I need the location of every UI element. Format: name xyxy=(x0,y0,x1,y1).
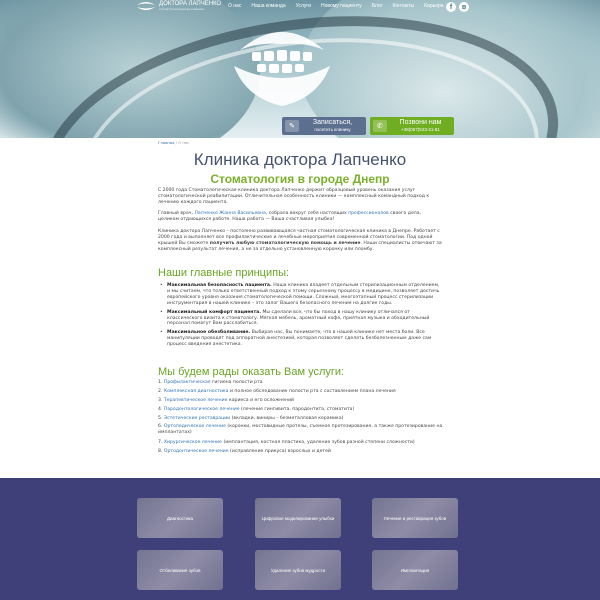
list-item: 5. Эстетические реставрации (вкладки, ви… xyxy=(158,414,458,423)
pencil-icon: ✎ xyxy=(285,120,299,132)
service-link[interactable]: Эстетические реставрации xyxy=(164,416,230,421)
nav-item-career[interactable]: Карьера xyxy=(424,3,443,9)
service-tile-label: Лечение и реставрация зубов xyxy=(383,515,447,521)
breadcrumb-separator: / xyxy=(175,140,177,145)
phone-icon: ✆ xyxy=(373,120,387,132)
service-number: 5. xyxy=(158,416,163,421)
service-link[interactable]: Хирургическое лечение xyxy=(164,440,222,445)
clinic-logo[interactable]: ДОКТОРА ЛАПЧЕНКО стоматологическая клини… xyxy=(136,1,221,11)
principle-title: Максимальное обезболивание. xyxy=(167,330,251,336)
clinic-paragraph: Клиника доктора Лапченко – постоянно раз… xyxy=(158,229,442,253)
list-item: 3. Терапевтическое лечение кариеса и его… xyxy=(158,396,458,405)
service-text: (вкладки, виниры – безметалловая керамик… xyxy=(230,416,344,421)
intro-paragraph: С 2000 года Стоматологическая клиника до… xyxy=(158,188,430,205)
breadcrumb-home-link[interactable]: Главная xyxy=(158,140,174,145)
principle-title: Максимальный комфорт пациента. xyxy=(167,309,261,315)
page-subtitle: Стоматология в городе Днепр xyxy=(210,172,390,186)
call-button-label: Позвони нам xyxy=(399,119,442,126)
service-link[interactable]: Ортодонтическое лечение xyxy=(164,449,229,454)
principles-heading: Наши главные принципы: xyxy=(158,267,290,279)
nav-item-team[interactable]: Наша команда xyxy=(251,3,285,9)
service-tile-label: Диагностика xyxy=(166,515,194,521)
service-number: 8. xyxy=(158,449,163,454)
principles-list: Максимальная безопасность пациента. Наша… xyxy=(158,283,442,351)
service-link[interactable]: Пародонтологическое лечение xyxy=(164,407,240,412)
signup-button-label: Записаться, xyxy=(312,119,353,126)
services-list: 1. Профилактическая гигиена полости рта … xyxy=(158,378,458,456)
logo-text-block: ДОКТОРА ЛАПЧЕНКО стоматологическая клини… xyxy=(159,1,221,11)
list-item: Максимальный комфорт пациента. Мы сделал… xyxy=(158,310,442,328)
signup-button-sublabel: посетить клинику xyxy=(314,127,351,132)
service-tile-diagnostics[interactable]: Диагностика xyxy=(137,498,223,538)
nav-item-services[interactable]: Услуги xyxy=(296,3,311,9)
service-tile-label: Имплантация xyxy=(400,567,430,573)
list-item: 8. Ортодонтическое лечение (исправление … xyxy=(158,447,458,456)
social-links: f в xyxy=(446,2,469,12)
signup-button[interactable]: ✎ Записаться, посетить клинику xyxy=(282,117,366,135)
call-button[interactable]: ✆ Позвони нам +38(067)523-21-81 xyxy=(370,117,454,135)
nav-item-contacts[interactable]: Контакты xyxy=(393,3,415,9)
service-tile-restoration[interactable]: Лечение и реставрация зубов xyxy=(372,498,458,538)
breadcrumb-current: О нас xyxy=(178,140,190,145)
service-text: (лечение гингивита, пародонтита, стомати… xyxy=(239,407,355,412)
list-item: 6. Ортопедическое лечение (коронки, мост… xyxy=(158,423,458,438)
service-text: (имплантация, костная пластика, удаление… xyxy=(222,440,415,445)
team-paragraph: Главный врач, Лапченко Жанна Васильевна,… xyxy=(158,211,442,223)
list-item: 4. Пародонтологическое лечение (лечение … xyxy=(158,405,458,414)
top-navigation-bar: ДОКТОРА ЛАПЧЕНКО стоматологическая клини… xyxy=(0,0,600,14)
service-text: гигиена полости рта xyxy=(210,380,263,385)
list-item: 2. Комплексная диагностика и полное обсл… xyxy=(158,387,458,396)
page-title: Клиника доктора Лапченко xyxy=(193,150,407,169)
logo-tooth-icon xyxy=(137,2,155,10)
service-number: 7. xyxy=(158,440,163,445)
service-tile-wisdom-teeth[interactable]: Удаление зубов мудрости xyxy=(255,550,341,590)
list-item: 1. Профилактическая гигиена полости рта xyxy=(158,378,458,387)
service-number: 2. xyxy=(158,389,163,394)
service-tile-smile-design[interactable]: Цифровое моделирование улыбки xyxy=(255,498,341,538)
team-paragraph-text: Главный врач, xyxy=(158,211,195,216)
service-text: кариеса и его осложнений xyxy=(227,398,295,403)
nav-item-about[interactable]: О нас xyxy=(228,3,241,9)
signup-button-text: Записаться, посетить клинику xyxy=(299,119,366,133)
nav-item-new-patient[interactable]: Новому пациенту xyxy=(321,3,362,9)
main-nav: О нас Наша команда Услуги Новому пациент… xyxy=(228,3,444,9)
nav-item-blog[interactable]: Блог xyxy=(372,3,383,9)
service-tile-label: Отбеливание зубов xyxy=(159,567,201,573)
service-text: (исправление прикуса) взрослых и детей xyxy=(228,449,331,454)
team-paragraph-text: , собрала вокруг себя настоящих xyxy=(265,211,349,216)
service-link[interactable]: Профилактическая xyxy=(164,380,211,385)
call-button-phone: +38(067)523-21-81 xyxy=(401,127,440,132)
principle-title: Максимальная безопасность пациента. xyxy=(167,283,272,288)
head-doctor-link[interactable]: Лапченко Жанна Васильевна xyxy=(194,211,265,216)
service-tile-implants[interactable]: Имплантация xyxy=(372,550,458,590)
service-number: 4. xyxy=(158,407,163,412)
list-item: 7. Хирургическое лечение (имплантация, к… xyxy=(158,438,458,447)
vk-icon[interactable]: в xyxy=(459,2,469,12)
service-link[interactable]: Терапевтическое лечение xyxy=(164,398,228,403)
tooth-emblem-icon xyxy=(234,32,330,106)
service-tile-label: Цифровое моделирование улыбки xyxy=(261,515,335,521)
hero-banner: ДОКТОРА ЛАПЧЕНКО стоматологическая клини… xyxy=(0,0,600,138)
service-number: 3. xyxy=(158,398,163,403)
service-link[interactable]: Ортопедическое лечение xyxy=(164,424,226,429)
service-tile-label: Удаление зубов мудрости xyxy=(270,567,326,573)
logo-subtitle: стоматологическая клиника xyxy=(159,7,205,11)
professionals-link[interactable]: профессионалов xyxy=(348,211,389,216)
list-item: Максимальная безопасность пациента. Наша… xyxy=(158,283,442,307)
breadcrumb: Главная / О нас xyxy=(158,140,189,145)
service-text: и полное обследование полости рта с сост… xyxy=(228,389,396,394)
clinic-paragraph-bold: получить любую стоматологическую помощь … xyxy=(209,240,361,246)
service-number: 6. xyxy=(158,424,163,429)
list-item: Максимальное обезболивание. Выбирая нас,… xyxy=(158,330,442,348)
facebook-icon[interactable]: f xyxy=(446,2,456,12)
service-number: 1. xyxy=(158,380,163,385)
service-link[interactable]: Комплексная диагностика xyxy=(164,389,229,394)
services-tiles-section: Диагностика Цифровое моделирование улыбк… xyxy=(0,478,600,600)
services-heading: Мы будем рады оказать Вам услуги: xyxy=(158,366,345,378)
service-tile-whitening[interactable]: Отбеливание зубов xyxy=(137,550,223,590)
call-button-text: Позвони нам +38(067)523-21-81 xyxy=(387,119,454,133)
